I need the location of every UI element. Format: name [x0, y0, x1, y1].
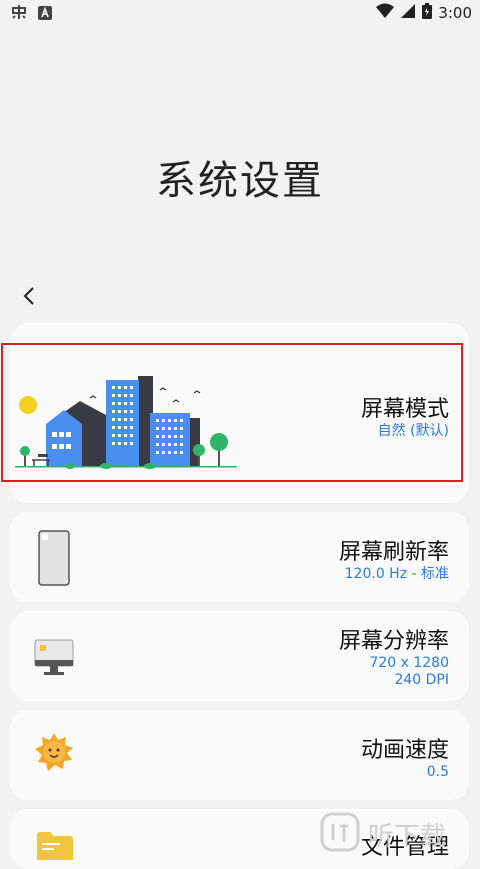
signal-icon: [400, 3, 416, 23]
monitor-icon: [34, 639, 74, 675]
refresh-rate-value: 120.0 Hz - 标准: [344, 566, 449, 582]
animation-speed-card[interactable]: 动画速度 0.5: [10, 710, 469, 800]
status-bar: 3:00: [0, 0, 480, 26]
wifi-icon: [376, 3, 395, 23]
animation-speed-value: 0.5: [426, 764, 449, 780]
watermark-logo-icon: [320, 812, 360, 852]
refresh-rate-title: 屏幕刷新率: [338, 540, 449, 565]
animation-speed-title: 动画速度: [360, 738, 449, 763]
watermark: 听下载: [320, 808, 480, 854]
resolution-value-line1: 720 x 1280: [369, 655, 449, 671]
status-time: 3:00: [438, 4, 472, 22]
back-button[interactable]: [18, 284, 42, 308]
selection-highlight: [1, 343, 463, 482]
battery-icon: [422, 3, 433, 23]
resolution-value-line2: 240 DPI: [394, 672, 449, 688]
a-notification-icon: [38, 5, 52, 24]
folder-icon: [37, 832, 73, 860]
refresh-rate-card[interactable]: 屏幕刷新率 120.0 Hz - 标准: [10, 512, 469, 602]
page-title: 系统设置: [156, 158, 324, 204]
phone-icon: [38, 530, 70, 586]
chevron-left-icon: [23, 287, 34, 305]
sun-face-icon: [35, 733, 73, 771]
resolution-card[interactable]: 屏幕分辨率 720 x 1280 240 DPI: [10, 611, 469, 701]
resolution-title: 屏幕分辨率: [338, 629, 449, 654]
app-notification-icon: [10, 4, 28, 24]
watermark-text: 听下载: [368, 822, 447, 852]
